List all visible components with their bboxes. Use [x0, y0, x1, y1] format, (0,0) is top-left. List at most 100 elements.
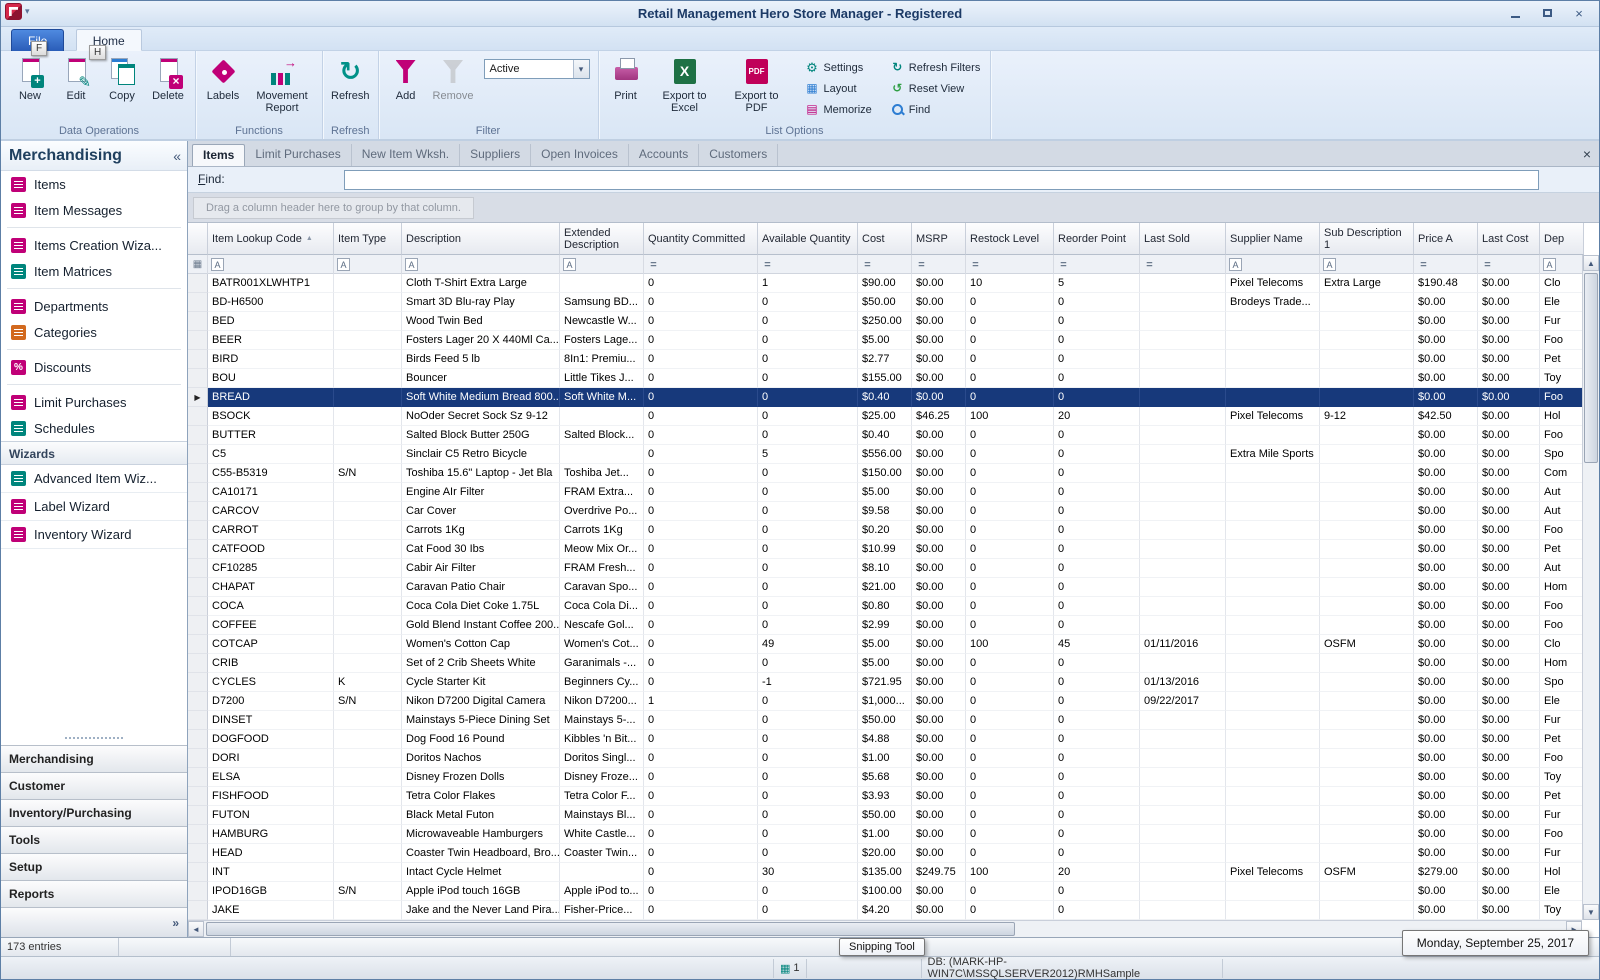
- column-header-quantity-committed[interactable]: Quantity Committed: [644, 223, 758, 255]
- nav-button-inventory-purchasing[interactable]: Inventory/Purchasing: [1, 799, 187, 826]
- row-selector[interactable]: [188, 616, 208, 635]
- row-selector[interactable]: [188, 369, 208, 388]
- scroll-down-icon[interactable]: ▼: [1583, 904, 1599, 920]
- sidebar-item-categories[interactable]: Categories: [1, 319, 187, 345]
- movement-report-button[interactable]: Movement Report: [246, 53, 318, 115]
- table-row[interactable]: FUTON Black Metal Futon Mainstays Bl... 0 0 $…: [188, 806, 1582, 825]
- table-row[interactable]: DINSET Mainstays 5-Piece Dining Set Mainst…: [188, 711, 1582, 730]
- tab-customers[interactable]: Customers: [699, 144, 779, 166]
- select-all-header[interactable]: [188, 223, 208, 255]
- table-row[interactable]: CRIB Set of 2 Crib Sheets White Garanimals…: [188, 654, 1582, 673]
- table-row[interactable]: BSOCK NoOder Secret Sock Sz 9-12 0 0 $25.00 $…: [188, 407, 1582, 426]
- filter-cell-reorder-point[interactable]: =: [1054, 255, 1140, 274]
- table-row[interactable]: D7200 S/N Nikon D7200 Digital Camera Nikon …: [188, 692, 1582, 711]
- sidebar-item-discounts[interactable]: Discounts: [1, 354, 187, 380]
- collapse-sidebar-icon[interactable]: «: [173, 148, 181, 164]
- filter-cell-quantity-committed[interactable]: =: [644, 255, 758, 274]
- sidebar-item-items-creation-wiza[interactable]: Items Creation Wiza...: [1, 232, 187, 258]
- column-header-cost[interactable]: Cost: [858, 223, 912, 255]
- table-row[interactable]: COCA Coca Cola Diet Coke 1.75L Coca Cola D…: [188, 597, 1582, 616]
- column-header-sub-description-1[interactable]: Sub Description 1: [1320, 223, 1414, 255]
- sidebar-item-limit-purchases[interactable]: Limit Purchases: [1, 389, 187, 415]
- row-selector[interactable]: [188, 464, 208, 483]
- row-selector[interactable]: [188, 844, 208, 863]
- table-row[interactable]: C5 Sinclair C5 Retro Bicycle 0 5 $556.00 $0.0…: [188, 445, 1582, 464]
- row-selector[interactable]: [188, 863, 208, 882]
- filter-cell-last-cost[interactable]: =: [1478, 255, 1540, 274]
- table-row[interactable]: CATFOOD Cat Food 30 Ibs Meow Mix Or... 0 0 $1…: [188, 540, 1582, 559]
- find-input[interactable]: [344, 170, 1539, 190]
- row-selector[interactable]: [188, 692, 208, 711]
- close-tab-icon[interactable]: ×: [1583, 146, 1591, 162]
- horizontal-scrollbar[interactable]: ◄ ►: [188, 920, 1582, 937]
- row-selector[interactable]: [188, 787, 208, 806]
- nav-button-merchandising[interactable]: Merchandising: [1, 745, 187, 772]
- row-selector[interactable]: [188, 445, 208, 464]
- filter-cell-dep[interactable]: A: [1540, 255, 1584, 274]
- memorize-button[interactable]: Memorize: [801, 99, 876, 120]
- table-row[interactable]: CARCOV Car Cover Overdrive Po... 0 0 $9.58 $0.…: [188, 502, 1582, 521]
- row-filter-icon[interactable]: ▦: [188, 255, 208, 274]
- table-row[interactable]: C55-B5319 S/N Toshiba 15.6" Laptop - Jet B…: [188, 464, 1582, 483]
- column-header-description[interactable]: Description: [402, 223, 560, 255]
- row-selector[interactable]: [188, 806, 208, 825]
- table-row[interactable]: BD-H6500 Smart 3D Blu-ray Play Samsung BD.…: [188, 293, 1582, 312]
- column-header-msrp[interactable]: MSRP: [912, 223, 966, 255]
- sidebar-item-item-matrices[interactable]: Item Matrices: [1, 258, 187, 284]
- filter-cell-available-quantity[interactable]: =: [758, 255, 858, 274]
- nav-button-setup[interactable]: Setup: [1, 853, 187, 880]
- table-row[interactable]: CA10171 Engine AIr Filter FRAM Extra... 0 0 $…: [188, 483, 1582, 502]
- row-selector[interactable]: [188, 540, 208, 559]
- table-row[interactable]: COTCAP Women's Cotton Cap Women's Cot... 0 4…: [188, 635, 1582, 654]
- filter-cell-item-lookup-code[interactable]: A: [208, 255, 334, 274]
- row-selector[interactable]: [188, 711, 208, 730]
- column-header-reorder-point[interactable]: Reorder Point: [1054, 223, 1140, 255]
- row-selector[interactable]: [188, 882, 208, 901]
- tab-home[interactable]: Home: [75, 29, 142, 51]
- column-header-available-quantity[interactable]: Available Quantity: [758, 223, 858, 255]
- row-selector[interactable]: [188, 274, 208, 293]
- row-selector[interactable]: [188, 293, 208, 312]
- nav-button-tools[interactable]: Tools: [1, 826, 187, 853]
- export-to-excel-button[interactable]: Export to Excel: [649, 53, 721, 115]
- table-row[interactable]: JAKE Jake and the Never Land Pira... Fishe…: [188, 901, 1582, 920]
- tab-items[interactable]: Items: [192, 144, 246, 166]
- vertical-scrollbar[interactable]: ▲ ▼: [1582, 255, 1599, 920]
- column-header-item-type[interactable]: Item Type: [334, 223, 402, 255]
- scroll-up-icon[interactable]: ▲: [1583, 255, 1599, 271]
- table-row[interactable]: COFFEE Gold Blend Instant Coffee 200... Ne…: [188, 616, 1582, 635]
- column-header-dep[interactable]: Dep: [1540, 223, 1584, 255]
- sidebar-item-advanced-item-wiz[interactable]: Advanced Item Wiz...: [1, 465, 187, 493]
- row-selector[interactable]: [188, 331, 208, 350]
- table-row[interactable]: BED Wood Twin Bed Newcastle W... 0 0 $250.00 $…: [188, 312, 1582, 331]
- maximize-button[interactable]: [1533, 4, 1561, 22]
- filter-cell-item-type[interactable]: A: [334, 255, 402, 274]
- filter-status-dropdown[interactable]: Active ▾: [483, 59, 590, 79]
- find-button[interactable]: Find: [886, 99, 985, 120]
- refresh-filters-button[interactable]: Refresh Filters: [886, 57, 985, 78]
- filter-cell-price-a[interactable]: =: [1414, 255, 1478, 274]
- filter-cell-restock-level[interactable]: =: [966, 255, 1054, 274]
- tab-accounts[interactable]: Accounts: [629, 144, 700, 166]
- nav-button-customer[interactable]: Customer: [1, 772, 187, 799]
- sidebar-item-item-messages[interactable]: Item Messages: [1, 197, 187, 223]
- table-row[interactable]: CARROT Carrots 1Kg Carrots 1Kg 0 0 $0.20 $0.00…: [188, 521, 1582, 540]
- row-selector[interactable]: [188, 768, 208, 787]
- column-header-supplier-name[interactable]: Supplier Name: [1226, 223, 1320, 255]
- filter-cell-last-sold[interactable]: =: [1140, 255, 1226, 274]
- row-selector[interactable]: [188, 502, 208, 521]
- sidebar-overflow-button[interactable]: »: [1, 907, 187, 937]
- sidebar-item-inventory-wizard[interactable]: Inventory Wizard: [1, 521, 187, 549]
- table-row[interactable]: CYCLES K Cycle Starter Kit Beginners Cy... 0…: [188, 673, 1582, 692]
- sidebar-item-departments[interactable]: Departments: [1, 293, 187, 319]
- row-selector[interactable]: [188, 730, 208, 749]
- row-selector[interactable]: [188, 749, 208, 768]
- column-header-last-sold[interactable]: Last Sold: [1140, 223, 1226, 255]
- row-selector[interactable]: [188, 521, 208, 540]
- table-row[interactable]: BATR001XLWHTP1 Cloth T-Shirt Extra Large 0…: [188, 274, 1582, 293]
- row-selector[interactable]: [188, 483, 208, 502]
- row-selector[interactable]: [188, 578, 208, 597]
- print-button[interactable]: Print: [603, 53, 649, 103]
- sidebar-splitter[interactable]: [65, 737, 123, 745]
- scroll-left-icon[interactable]: ◄: [188, 921, 204, 937]
